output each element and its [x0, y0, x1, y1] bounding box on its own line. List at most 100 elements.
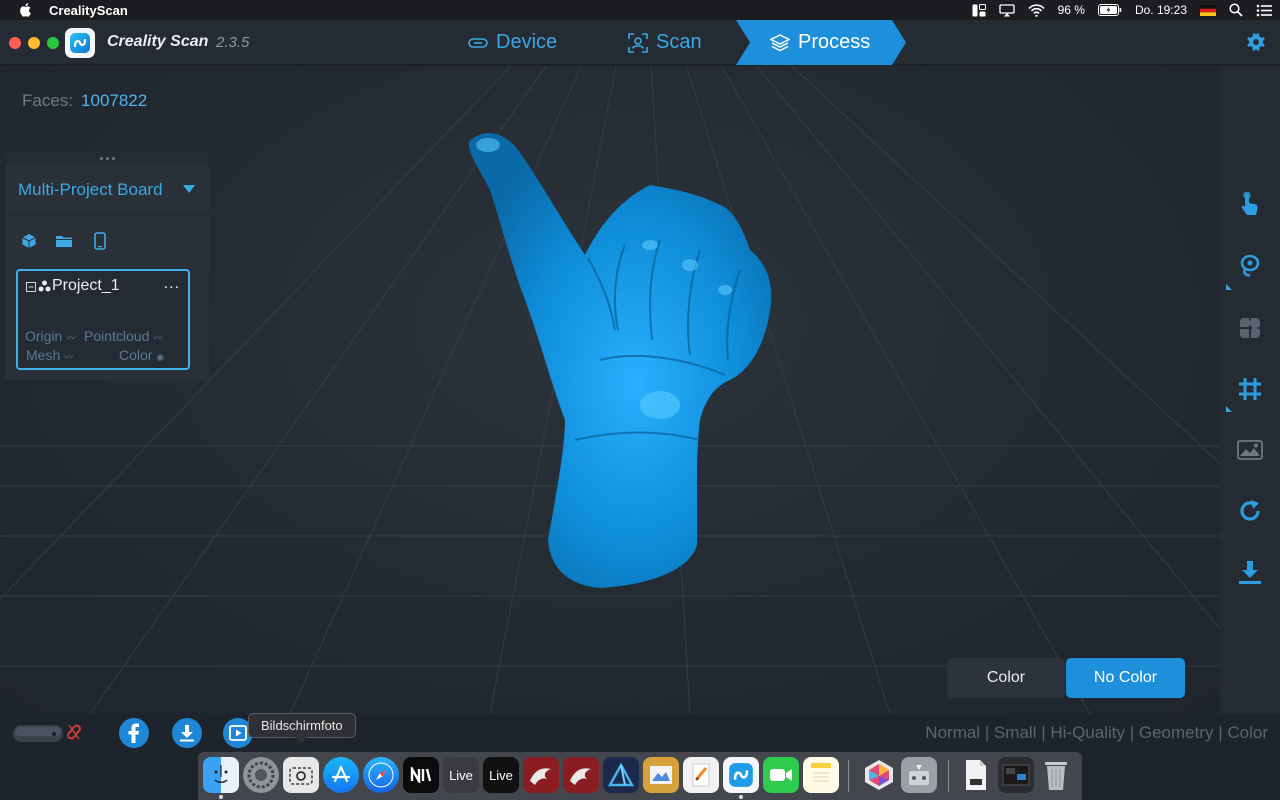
- mode-geometry[interactable]: Geometry: [1139, 723, 1214, 743]
- live-app-icon[interactable]: Live: [443, 757, 479, 793]
- layer-pointcloud-label: Pointcloud: [84, 328, 150, 344]
- multi-project-board: Multi-Project Board Project_1 ... Origin…: [5, 152, 209, 380]
- mode-hi-quality[interactable]: Hi-Quality: [1050, 723, 1125, 743]
- affinity-icon[interactable]: [603, 757, 639, 793]
- hidden-eye-icon[interactable]: 〰: [153, 333, 162, 343]
- hand-pointer-icon[interactable]: [1235, 190, 1265, 220]
- trash-icon[interactable]: [1038, 757, 1074, 793]
- hidden-eye-icon[interactable]: 〰: [64, 352, 73, 362]
- tab-device[interactable]: Device: [468, 20, 557, 65]
- window-layout-icon[interactable]: [972, 3, 986, 17]
- creality-slicer-icon[interactable]: [563, 757, 599, 793]
- scanned-hand-model[interactable]: [440, 121, 800, 601]
- notion-icon[interactable]: [403, 757, 439, 793]
- layer-pointcloud[interactable]: Pointcloud 〰: [84, 328, 162, 344]
- layer-color-label: Color: [119, 347, 153, 363]
- dock-separator: [948, 760, 949, 792]
- no-color-button[interactable]: No Color: [1066, 658, 1185, 698]
- screenshot-icon[interactable]: [283, 757, 319, 793]
- visible-eye-icon[interactable]: ◉: [156, 352, 164, 362]
- spotlight-search-icon[interactable]: [1229, 3, 1243, 17]
- notes-icon[interactable]: [803, 757, 839, 793]
- image-icon[interactable]: [1235, 435, 1265, 465]
- minimize-window-button[interactable]: [28, 37, 40, 49]
- battery-icon[interactable]: [1097, 4, 1122, 16]
- color-picker-icon[interactable]: [861, 757, 897, 793]
- color-button[interactable]: Color: [947, 658, 1065, 698]
- pages-icon[interactable]: [683, 757, 719, 793]
- preview-icon[interactable]: [643, 757, 679, 793]
- layer-color[interactable]: Color ◉: [119, 347, 164, 363]
- layer-origin-label: Origin: [25, 328, 63, 344]
- facetime-icon[interactable]: [763, 757, 799, 793]
- app-titlebar: Creality Scan 2.3.5 Device Scan Process: [0, 20, 1280, 65]
- puzzle-icon[interactable]: [1235, 313, 1265, 343]
- apple-icon[interactable]: [18, 3, 32, 17]
- faces-label: Faces:: [22, 91, 74, 110]
- mode-separator: |: [1036, 723, 1051, 742]
- zoom-window-button[interactable]: [47, 37, 59, 49]
- crop-options-marker[interactable]: [1226, 406, 1232, 412]
- caret-down-icon[interactable]: [183, 185, 195, 193]
- control-center-icon[interactable]: [1256, 4, 1272, 17]
- menubar-app-name[interactable]: CrealityScan: [49, 3, 128, 18]
- mode-small[interactable]: Small: [994, 723, 1037, 743]
- hidden-eye-icon[interactable]: 〰: [66, 333, 75, 343]
- creality-scan-icon[interactable]: [723, 757, 759, 793]
- drag-handle[interactable]: [5, 152, 209, 164]
- system-preferences-icon[interactable]: [243, 757, 279, 793]
- disconnected-link-icon[interactable]: [66, 722, 82, 742]
- live-label: Live: [449, 767, 473, 783]
- dock: Live Live: [198, 752, 1082, 800]
- screens-folder-icon[interactable]: [998, 757, 1034, 793]
- layer-mesh[interactable]: Mesh 〰: [26, 347, 73, 363]
- tab-process-label: Process: [798, 31, 871, 53]
- board-title[interactable]: Multi-Project Board: [18, 180, 163, 200]
- bottom-status-bar: Normal | Small | Hi-Quality | Geometry |…: [0, 714, 1280, 752]
- device-icon: [468, 37, 488, 48]
- tab-process[interactable]: Process: [736, 20, 906, 65]
- download-icon[interactable]: [1235, 557, 1265, 587]
- airplay-icon[interactable]: [998, 3, 1015, 17]
- phone-icon[interactable]: [89, 230, 111, 252]
- layer-origin[interactable]: Origin 〰: [25, 328, 75, 344]
- clock[interactable]: Do. 19:23: [1135, 3, 1187, 17]
- facebook-icon[interactable]: [119, 718, 149, 748]
- project-name[interactable]: Project_1: [52, 277, 120, 295]
- scanner-device-icon[interactable]: [12, 722, 64, 744]
- mode-normal[interactable]: Normal: [925, 723, 980, 743]
- folder-icon[interactable]: [53, 230, 75, 252]
- mode-separator: |: [1124, 723, 1139, 742]
- right-toolbar: [1220, 66, 1280, 714]
- document-file-icon[interactable]: [958, 757, 994, 793]
- cube-icon[interactable]: [18, 230, 40, 252]
- dock-separator: [848, 760, 849, 792]
- project-card[interactable]: Project_1 ... Origin 〰 Pointcloud 〰 Mesh…: [16, 269, 190, 370]
- wifi-icon[interactable]: [1027, 3, 1045, 17]
- gear-icon[interactable]: [1246, 32, 1266, 52]
- live-app-icon[interactable]: Live: [483, 757, 519, 793]
- download-icon[interactable]: [172, 718, 202, 748]
- finder-icon[interactable]: [203, 757, 239, 793]
- app-store-icon[interactable]: [323, 757, 359, 793]
- close-window-button[interactable]: [9, 37, 21, 49]
- layers-icon: [770, 33, 790, 51]
- rotate-icon[interactable]: [1235, 496, 1265, 526]
- lasso-options-marker[interactable]: [1226, 284, 1232, 290]
- more-options-icon[interactable]: ...: [164, 275, 180, 293]
- quality-mode-selector: Normal | Small | Hi-Quality | Geometry |…: [925, 723, 1268, 743]
- dock-tooltip: Bildschirmfoto: [248, 713, 356, 744]
- lasso-icon[interactable]: [1235, 251, 1265, 281]
- tab-device-label: Device: [496, 31, 558, 53]
- collapse-icon[interactable]: [26, 282, 36, 292]
- flag-de-icon[interactable]: [1200, 4, 1216, 16]
- mode-separator: |: [980, 723, 994, 742]
- migration-assistant-icon[interactable]: [901, 757, 937, 793]
- mode-color[interactable]: Color: [1227, 723, 1268, 743]
- safari-icon[interactable]: [363, 757, 399, 793]
- battery-percent: 96 %: [1057, 3, 1085, 17]
- tab-scan[interactable]: Scan: [628, 20, 702, 65]
- grid-crop-icon[interactable]: [1235, 374, 1265, 404]
- app-title: Creality Scan: [107, 33, 209, 50]
- creality-print-icon[interactable]: [523, 757, 559, 793]
